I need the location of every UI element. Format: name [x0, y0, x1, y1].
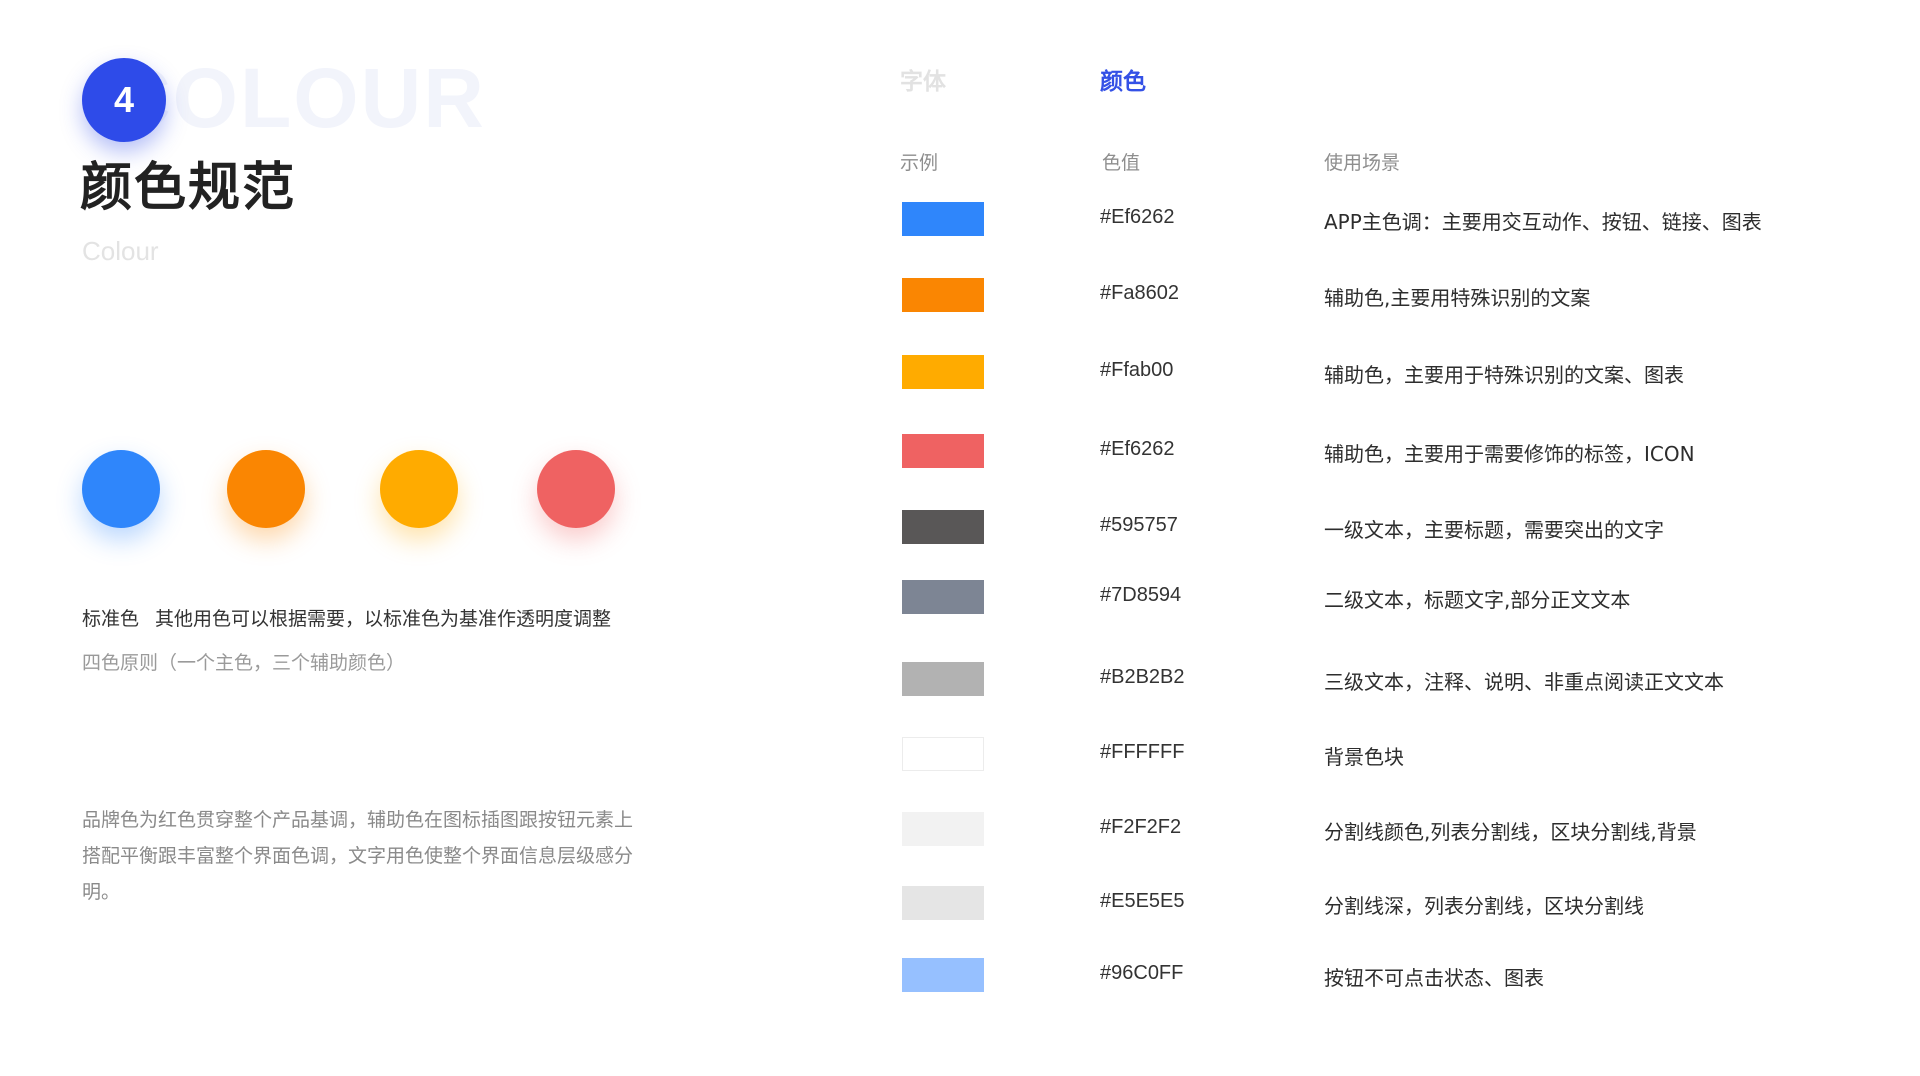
color-hex-value: #E5E5E5 [1100, 890, 1185, 912]
table-row: #Fa8602 辅助色,主要用特殊识别的文案 [0, 278, 1920, 314]
color-usage-text: 背景色块 [1324, 745, 1404, 769]
column-header-usage: 使用场景 [1324, 152, 1401, 174]
color-swatch [902, 958, 984, 992]
color-swatch [902, 737, 984, 771]
color-hex-value: #Fa8602 [1100, 282, 1179, 304]
tab-color[interactable]: 颜色 [1100, 62, 1146, 96]
color-usage-text: 二级文本，标题文字,部分正文文本 [1324, 588, 1631, 612]
color-swatch [902, 278, 984, 312]
color-swatch [902, 510, 984, 544]
color-hex-value: #595757 [1100, 514, 1178, 536]
color-hex-value: #Ef6262 [1100, 438, 1175, 460]
color-hex-value: #Ffab00 [1100, 359, 1174, 381]
color-usage-text: 辅助色,主要用特殊识别的文案 [1324, 286, 1591, 310]
color-swatch [902, 202, 984, 236]
table-row: #B2B2B2 三级文本，注释、说明、非重点阅读正文文本 [0, 662, 1920, 698]
color-hex-value: #B2B2B2 [1100, 666, 1185, 688]
table-row: #Ef6262 辅助色，主要用于需要修饰的标签，ICON [0, 434, 1920, 470]
color-swatch [902, 662, 984, 696]
color-swatch [902, 434, 984, 468]
color-usage-text: 分割线颜色,列表分割线，区块分割线,背景 [1324, 820, 1697, 844]
color-usage-text: APP主色调：主要用交互动作、按钮、链接、图表 [1324, 210, 1762, 234]
color-hex-value: #Ef6262 [1100, 206, 1175, 228]
table-row: #96C0FF 按钮不可点击状态、图表 [0, 958, 1920, 994]
color-usage-text: 按钮不可点击状态、图表 [1324, 966, 1544, 990]
color-usage-text: 三级文本，注释、说明、非重点阅读正文文本 [1324, 670, 1724, 694]
table-row: #E5E5E5 分割线深，列表分割线，区块分割线 [0, 886, 1920, 922]
page-subtitle: Colour [82, 236, 159, 266]
color-spec-page: COLOUR 4 颜色规范 Colour 标准色 其他用色可以根据需要，以标准色为… [0, 0, 1920, 1076]
table-row: #Ffab00 辅助色，主要用于特殊识别的文案、图表 [0, 355, 1920, 391]
color-hex-value: #96C0FF [1100, 962, 1184, 984]
color-swatch [902, 812, 984, 846]
color-usage-text: 分割线深，列表分割线，区块分割线 [1324, 894, 1644, 918]
table-row: #FFFFFF 背景色块 [0, 737, 1920, 773]
color-usage-text: 一级文本，主要标题，需要突出的文字 [1324, 518, 1664, 542]
table-row: #595757 一级文本，主要标题，需要突出的文字 [0, 510, 1920, 546]
color-hex-value: #F2F2F2 [1100, 816, 1182, 838]
color-usage-text: 辅助色，主要用于特殊识别的文案、图表 [1324, 363, 1684, 387]
table-row: #7D8594 二级文本，标题文字,部分正文文本 [0, 580, 1920, 616]
color-hex-value: #FFFFFF [1100, 741, 1185, 763]
color-swatch [902, 355, 984, 389]
column-header-sample: 示例 [900, 152, 939, 174]
table-row: #F2F2F2 分割线颜色,列表分割线，区块分割线,背景 [0, 812, 1920, 848]
table-row: #Ef6262 APP主色调：主要用交互动作、按钮、链接、图表 [0, 202, 1920, 238]
section-number-badge: 4 [82, 58, 166, 142]
color-swatch [902, 580, 984, 614]
background-word: COLOUR [110, 51, 486, 145]
color-hex-value: #7D8594 [1100, 584, 1182, 606]
tab-font[interactable]: 字体 [900, 62, 946, 96]
column-header-value: 色值 [1102, 152, 1141, 174]
color-swatch [902, 886, 984, 920]
color-usage-text: 辅助色，主要用于需要修饰的标签，ICON [1324, 442, 1695, 466]
